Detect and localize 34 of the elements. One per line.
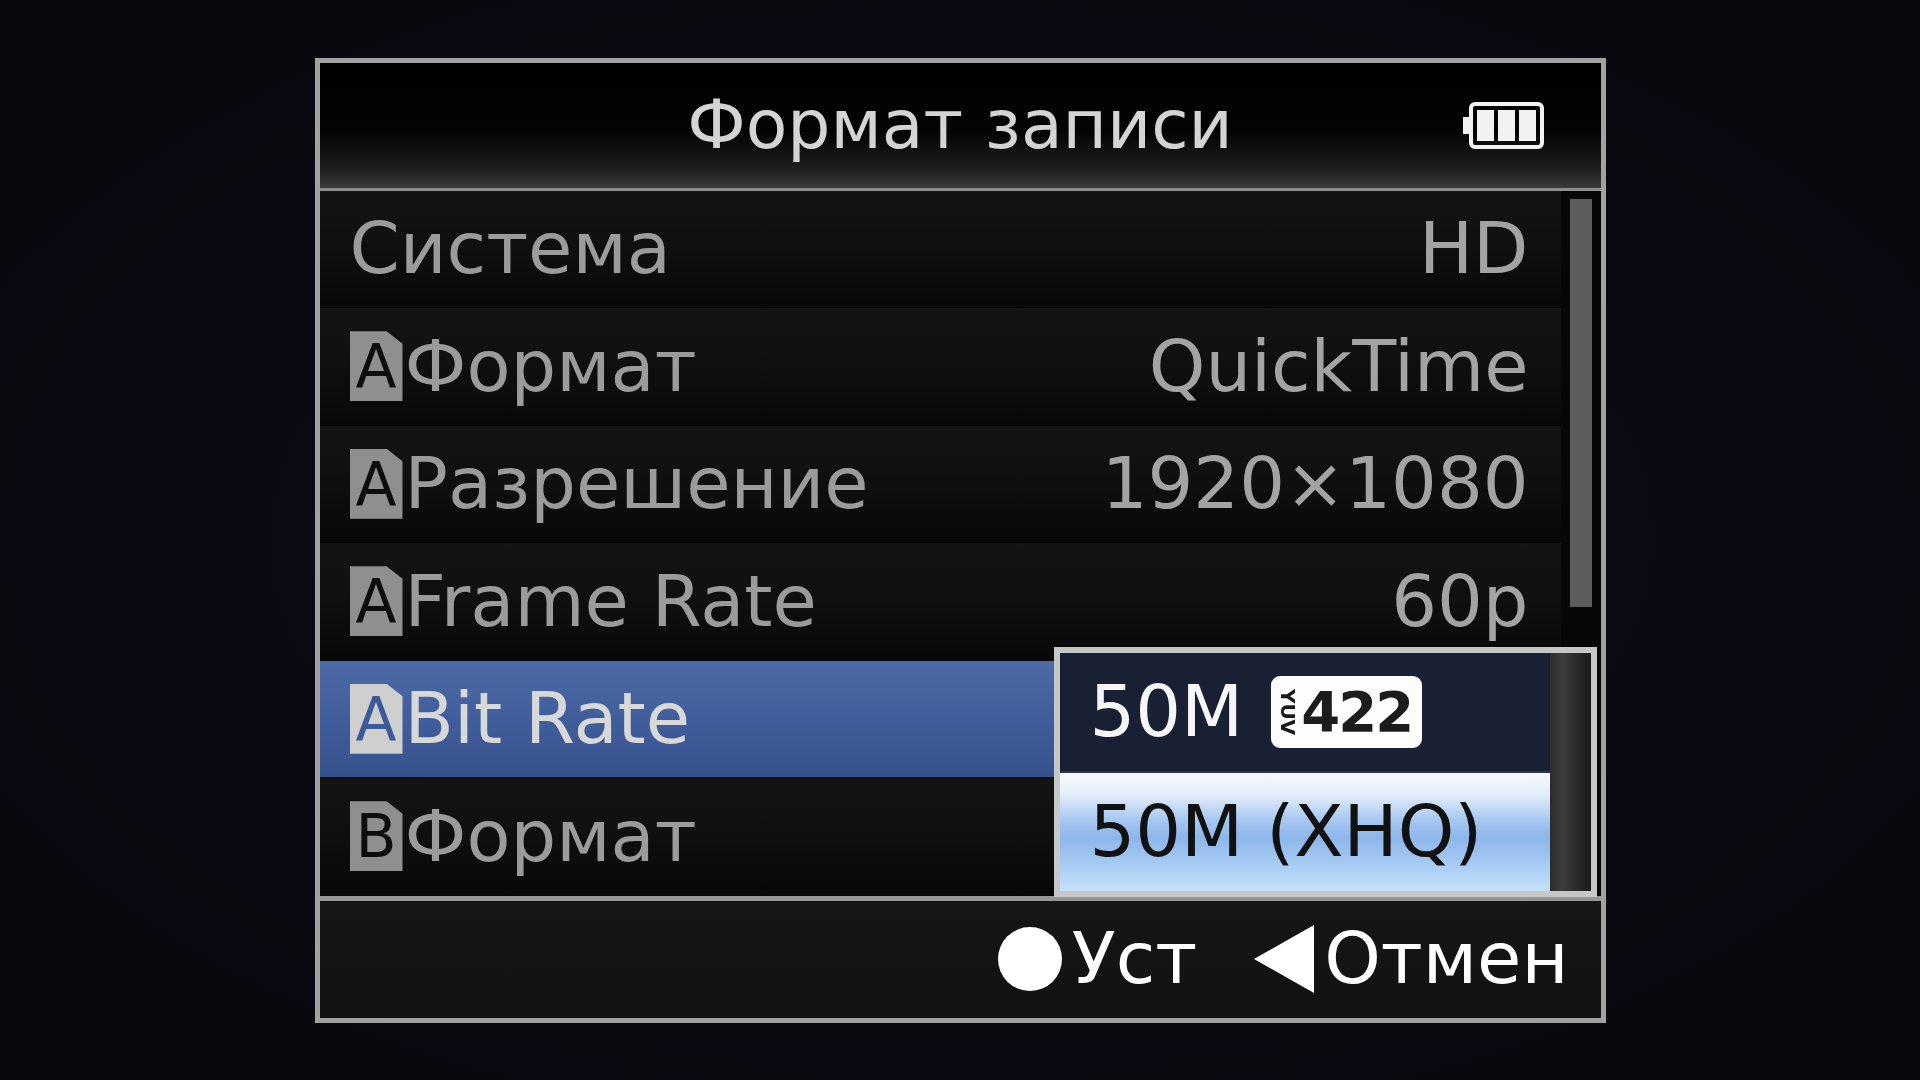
- hint-label: Отмен: [1324, 919, 1569, 999]
- option-label: 50M (XHQ): [1089, 791, 1483, 872]
- row-value: HD: [1418, 209, 1529, 289]
- battery-icon: [1462, 101, 1544, 149]
- circle-button-icon: [997, 927, 1062, 991]
- row-label: Разрешение: [404, 444, 869, 524]
- slot-tag: B: [349, 801, 403, 872]
- row-value: 60p: [1391, 561, 1529, 641]
- menu-row[interactable]: Система HD: [319, 190, 1561, 308]
- menu-row[interactable]: A Разрешение 1920×1080: [319, 425, 1561, 543]
- scrollbar-thumb[interactable]: [1569, 198, 1592, 607]
- row-label: Bit Rate: [404, 679, 691, 759]
- row-label: Frame Rate: [404, 561, 817, 641]
- row-value: QuickTime: [1148, 326, 1529, 406]
- menu-row[interactable]: B Формат: [319, 778, 1054, 896]
- left-triangle-icon: [1254, 925, 1315, 993]
- option-item[interactable]: 50M YUV 422: [1059, 652, 1550, 771]
- option-label: 50M: [1089, 671, 1244, 752]
- menu-row[interactable]: AФормат QuickTime: [319, 308, 1561, 426]
- menu-row[interactable]: A Bit Rate: [319, 660, 1054, 778]
- option-item[interactable]: 50M (XHQ): [1059, 770, 1550, 891]
- screen-title: Формат записи: [687, 87, 1233, 163]
- slot-tag: A: [349, 566, 403, 637]
- row-label: Формат: [404, 326, 697, 406]
- tag-caption: YUV: [1278, 688, 1299, 735]
- tag-value: 422: [1301, 683, 1413, 740]
- slot-tag: A: [349, 683, 403, 754]
- row-value: 1920×1080: [1101, 444, 1529, 524]
- row-label: Формат: [404, 796, 697, 876]
- slot-tag: A: [349, 448, 403, 519]
- row-label: Система: [349, 209, 671, 289]
- hint-label: Уст: [1071, 919, 1198, 999]
- menu-row[interactable]: A Frame Rate 60p: [319, 543, 1561, 661]
- slot-tag: A: [349, 331, 403, 402]
